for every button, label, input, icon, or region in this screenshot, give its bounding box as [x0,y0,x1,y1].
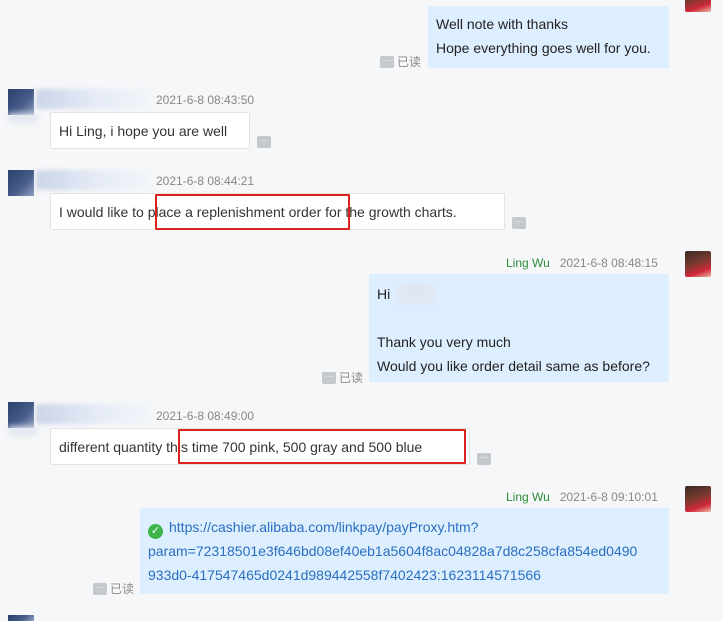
sender-avatar[interactable] [685,251,711,277]
message-bubble-outgoing[interactable]: ✓ https://cashier.alibaba.com/linkpay/pay… [140,508,669,594]
contact-name-redacted [36,89,152,109]
message-text: Hi Ling, i hope you are well [59,123,228,139]
read-status: 已读 [339,371,364,385]
contact-avatar[interactable] [8,89,34,115]
message-header: Ling Wu 2021-6-8 09:10:01 [506,490,658,504]
greeting: Hi [377,286,391,302]
link-text[interactable]: https://cashier.alibaba.com/linkpay/payP… [169,519,478,535]
message-text-before: I would like to [59,204,148,220]
contact-name-redacted [36,404,152,424]
message-line: Hi [377,282,661,306]
message-line: Well note with thanks [436,16,569,32]
more-options-icon[interactable]: ··· [477,453,491,465]
message-timestamp: 2021-6-8 08:44:21 [156,174,255,188]
read-status: 已读 [110,582,135,596]
more-options-icon[interactable]: ··· [322,371,336,384]
message-timestamp: 2021-6-8 09:10:01 [559,490,658,504]
payment-link[interactable]: ✓ https://cashier.alibaba.com/linkpay/pay… [148,515,661,539]
contact-avatar[interactable] [8,615,34,621]
contact-avatar[interactable] [8,170,34,196]
message-line: Hope everything goes well for you. [436,40,651,56]
read-receipt: ··· 已读 [380,53,421,70]
highlight-box [178,429,466,464]
highlight-box [155,194,350,230]
sender-name: Ling Wu [506,256,550,270]
message-timestamp: 2021-6-8 08:43:50 [156,93,255,107]
message-bubble-outgoing[interactable]: Well note with thanks Hope everything go… [428,6,669,68]
message-timestamp: 2021-6-8 08:48:15 [559,256,658,270]
read-receipt: ··· 已读 [322,369,363,386]
link-text[interactable]: param=72318501e3f646bd08ef40eb1a5604f8ac… [148,539,661,563]
redaction [8,113,38,123]
message-header: Ling Wu 2021-6-8 08:48:15 [506,256,658,270]
more-options-icon[interactable]: ··· [93,582,107,595]
message-bubble-incoming[interactable]: Hi Ling, i hope you are well [50,112,250,149]
redaction [397,284,435,304]
contact-avatar[interactable] [8,402,34,428]
more-options-icon[interactable]: ··· [257,136,271,148]
message-line: Thank you very much [377,334,511,350]
message-timestamp: 2021-6-8 08:49:00 [156,409,255,423]
link-text[interactable]: 933d0-417547465d0241d989442558f7402423:1… [148,563,661,587]
sender-name: Ling Wu [506,490,550,504]
read-status: 已读 [397,55,422,69]
redaction [8,426,38,436]
more-options-icon[interactable]: ··· [512,217,526,229]
sender-avatar[interactable] [685,0,711,12]
message-bubble-outgoing[interactable]: Hi Thank you very much Would you like or… [369,274,669,382]
check-circle-icon: ✓ [148,524,163,539]
message-text-before: different quantity [59,439,167,455]
sender-avatar[interactable] [685,486,711,512]
read-receipt: ··· 已读 [93,580,134,597]
contact-name-redacted [36,170,152,190]
more-options-icon[interactable]: ··· [380,55,394,68]
message-line: Would you like order detail same as befo… [377,358,650,374]
